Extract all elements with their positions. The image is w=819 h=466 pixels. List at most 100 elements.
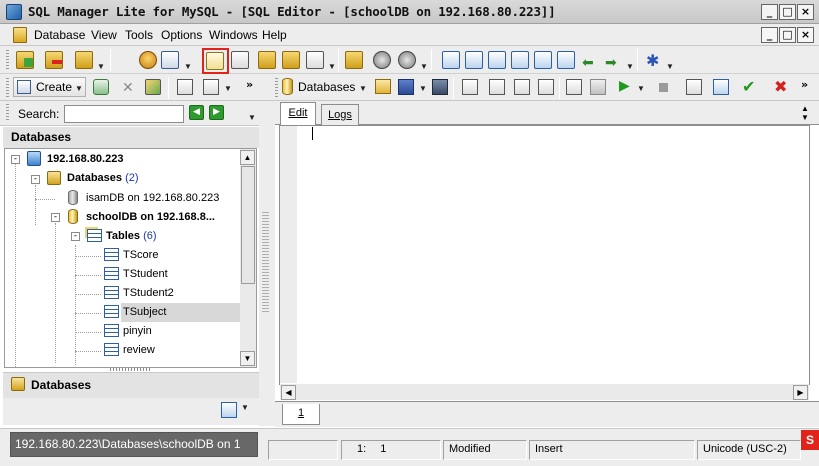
minimize-all-icon[interactable]: [534, 51, 552, 69]
filter-icon[interactable]: [203, 79, 219, 95]
collapse-toggle[interactable]: -: [31, 175, 40, 184]
menu-options[interactable]: Options: [161, 28, 202, 42]
save-icon[interactable]: [398, 79, 414, 95]
window-tile-icon[interactable]: [465, 51, 483, 69]
server-properties-icon[interactable]: [161, 51, 179, 69]
toolbar-overflow-icon[interactable]: »: [246, 78, 253, 91]
stop-icon[interactable]: [659, 83, 668, 92]
refresh-icon[interactable]: [93, 79, 109, 95]
query-history-icon[interactable]: [538, 79, 554, 95]
chevron-down-icon[interactable]: ▼: [248, 113, 256, 122]
collapse-toggle[interactable]: -: [11, 155, 20, 164]
new-object-icon[interactable]: [306, 51, 324, 69]
run-icon[interactable]: ▶: [619, 78, 630, 94]
chevron-down-icon[interactable]: ▼: [184, 62, 192, 71]
tree-db-isam[interactable]: isamDB on 192.168.80.223: [86, 189, 219, 208]
query-builder-icon[interactable]: [258, 51, 276, 69]
delete-query-icon[interactable]: [514, 79, 530, 95]
minimize-button[interactable]: _: [761, 4, 778, 20]
tree-table-item[interactable]: TScore: [123, 246, 158, 265]
tile-vertical-icon[interactable]: [511, 51, 529, 69]
services-icon[interactable]: [373, 51, 391, 69]
chevron-down-icon[interactable]: ▼: [241, 403, 249, 412]
toolbar-grip[interactable]: [6, 104, 9, 122]
tree-table-item[interactable]: TStudent: [123, 265, 168, 284]
footer-databases-label[interactable]: Databases: [31, 378, 91, 392]
remove-statement-icon[interactable]: [590, 79, 606, 95]
check-icon[interactable]: ✔: [742, 77, 755, 96]
toolbar-grip[interactable]: [6, 78, 9, 98]
chevron-down-icon[interactable]: ▼: [637, 84, 645, 93]
chevron-down-icon[interactable]: ▼: [97, 62, 105, 71]
toolbar-overflow-icon[interactable]: »: [801, 78, 808, 91]
chevron-down-icon[interactable]: ▼: [359, 84, 367, 93]
navigator-icon[interactable]: [221, 402, 237, 418]
tree-table-item-selected[interactable]: TSubject: [123, 303, 166, 322]
cancel-icon[interactable]: ✖: [774, 77, 787, 96]
tile-horizontal-icon[interactable]: [488, 51, 506, 69]
tree-table-item[interactable]: TStudent2: [123, 284, 174, 303]
properties-icon[interactable]: [177, 79, 193, 95]
scroll-left-button[interactable]: ◀: [281, 385, 296, 400]
document-icon[interactable]: [13, 27, 27, 43]
collapse-toggle[interactable]: -: [51, 213, 60, 222]
app-icon[interactable]: [6, 4, 22, 20]
open-folder-icon[interactable]: [375, 79, 391, 94]
chevron-down-icon[interactable]: ▼: [419, 84, 427, 93]
search-next-icon[interactable]: ▶: [209, 105, 224, 120]
tab-edit[interactable]: Edit: [280, 102, 316, 125]
menu-tools[interactable]: Tools: [125, 28, 153, 42]
menu-windows[interactable]: Windows: [209, 28, 258, 42]
script-icon[interactable]: [282, 51, 300, 69]
sql-editor[interactable]: [279, 125, 810, 385]
tree-databases[interactable]: Databases (2): [67, 169, 139, 188]
maximize-button[interactable]: □: [779, 4, 796, 20]
visual-icon[interactable]: [713, 79, 729, 95]
tab-logs[interactable]: Logs: [321, 104, 359, 125]
arrow-left-icon[interactable]: ⬅: [582, 55, 594, 71]
menu-database[interactable]: Database: [34, 28, 85, 42]
arrow-right-icon[interactable]: ➡: [605, 55, 617, 71]
chevron-down-icon[interactable]: ▼: [666, 62, 674, 71]
menu-help[interactable]: Help: [262, 28, 287, 42]
chevron-down-icon[interactable]: ▼: [328, 62, 336, 71]
tree-db-school[interactable]: schoolDB on 192.168.8...: [86, 208, 215, 227]
collapse-toggle[interactable]: -: [71, 232, 80, 241]
chevron-down-icon[interactable]: ▼: [420, 62, 428, 71]
save-all-icon[interactable]: [432, 79, 448, 95]
chevron-down-icon[interactable]: ▼: [224, 84, 232, 93]
menu-view[interactable]: View: [91, 28, 117, 42]
link-icon[interactable]: [145, 79, 161, 95]
tools-icon[interactable]: [398, 51, 416, 69]
connect-icon[interactable]: [139, 51, 157, 69]
search-prev-icon[interactable]: ◀: [189, 105, 204, 120]
scroll-up-button[interactable]: ▲: [240, 150, 255, 165]
tree-tables[interactable]: Tables (6): [106, 227, 157, 246]
search-input[interactable]: [64, 105, 184, 123]
database-properties-icon[interactable]: [75, 51, 93, 69]
horizontal-splitter-grip[interactable]: [110, 368, 150, 371]
scroll-right-button[interactable]: ▶: [793, 385, 808, 400]
clear-query-icon[interactable]: [489, 79, 505, 95]
tree-table-item[interactable]: pinyin: [123, 322, 152, 341]
export-icon[interactable]: [345, 51, 363, 69]
explain-icon[interactable]: [686, 79, 702, 95]
scroll-down-button[interactable]: ▼: [240, 351, 255, 366]
gear-icon[interactable]: ✱: [646, 51, 659, 70]
window-cascade-icon[interactable]: [442, 51, 460, 69]
disconnect-icon[interactable]: ✕: [122, 80, 134, 96]
toolbar-grip[interactable]: [6, 50, 9, 70]
close-button[interactable]: ×: [797, 4, 814, 20]
new-sql-editor-icon[interactable]: [231, 51, 249, 69]
splitter-grip[interactable]: [262, 212, 269, 312]
tab-scroll-icon[interactable]: ▲ ▼: [801, 104, 809, 122]
editor-hscrollbar[interactable]: [280, 384, 809, 400]
mdi-minimize-button[interactable]: _: [761, 27, 778, 43]
databases-dropdown[interactable]: Databases: [298, 80, 355, 94]
tree-table-item[interactable]: review: [123, 341, 155, 360]
tree-server[interactable]: 192.168.80.223: [47, 150, 123, 169]
mdi-close-button[interactable]: ×: [797, 27, 814, 43]
chevron-down-icon[interactable]: ▼: [626, 62, 634, 71]
page-tab[interactable]: 1: [282, 404, 320, 425]
new-query-icon[interactable]: [462, 79, 478, 95]
